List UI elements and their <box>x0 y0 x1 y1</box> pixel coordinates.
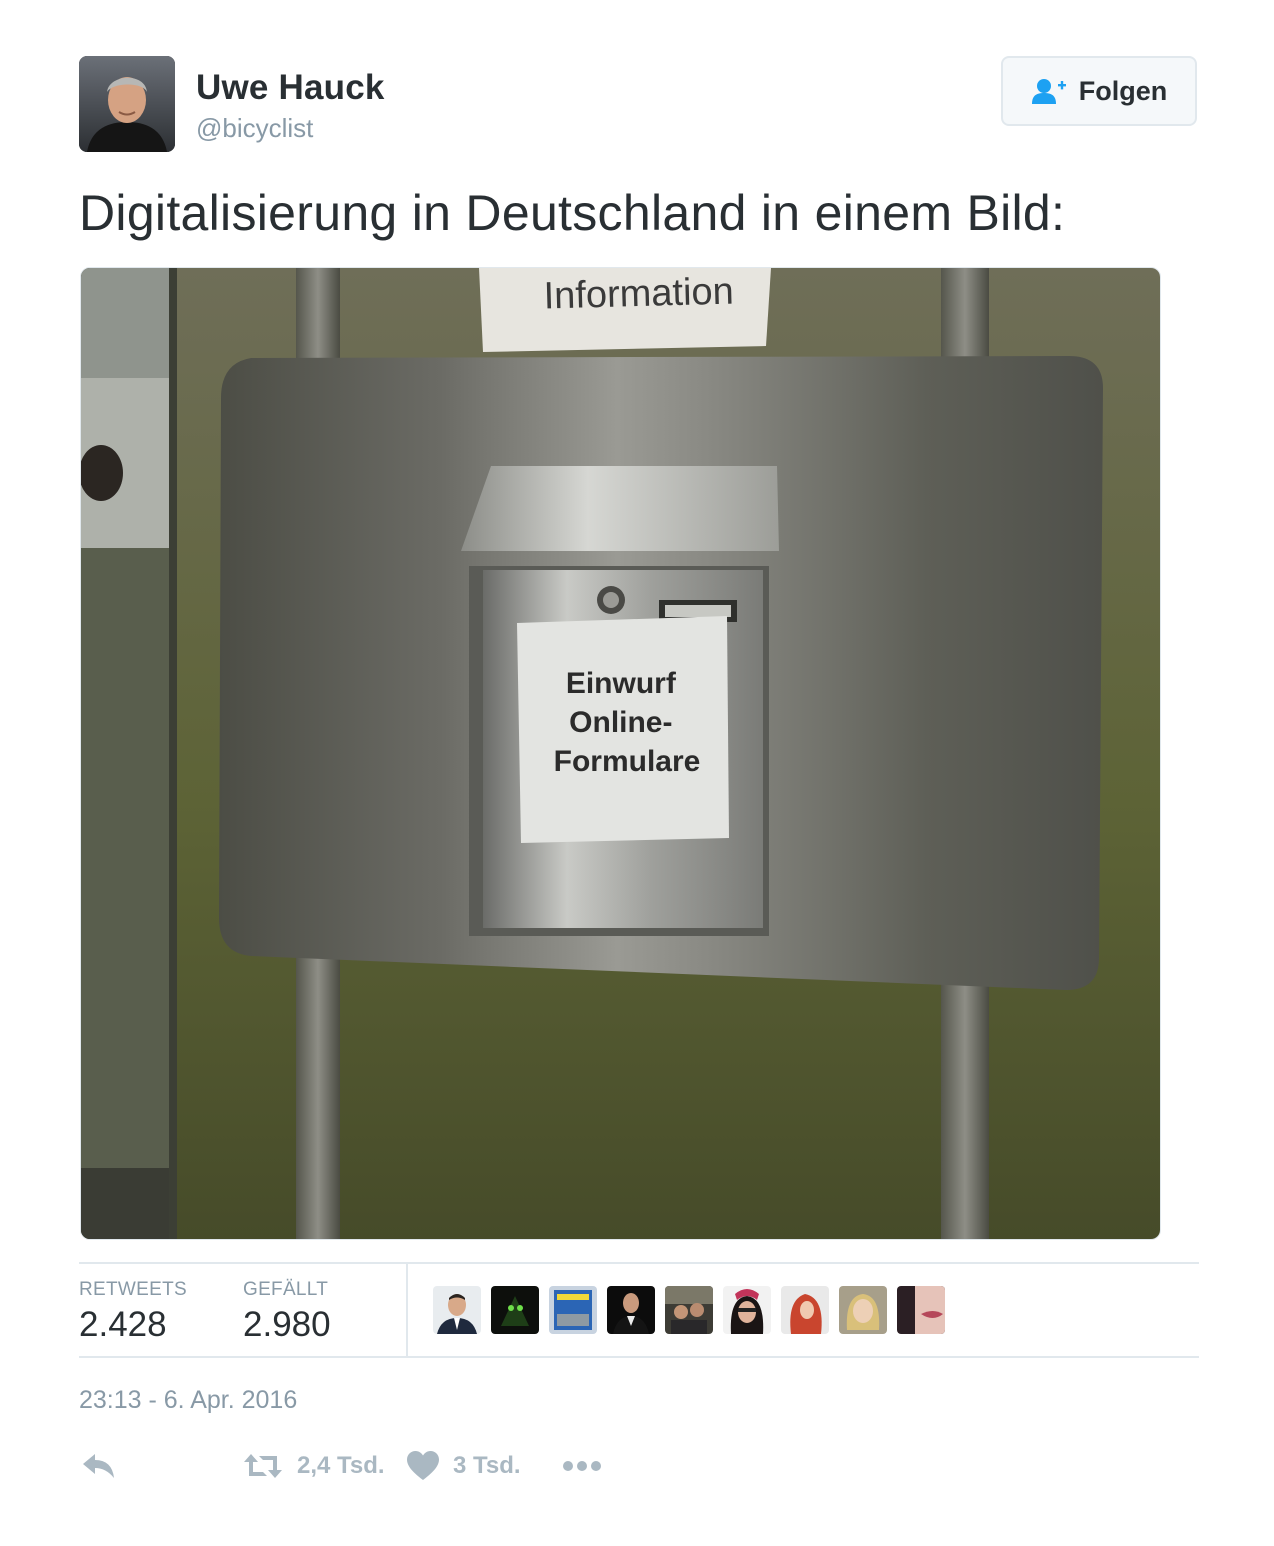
stats-top-divider <box>79 1262 1199 1264</box>
follow-label: Folgen <box>1078 75 1168 106</box>
liker-avatar[interactable] <box>723 1286 771 1334</box>
likers-list <box>433 1286 945 1334</box>
liker-avatar[interactable] <box>781 1286 829 1334</box>
liker-avatar[interactable] <box>433 1286 481 1334</box>
information-sign-text: Information <box>543 271 734 318</box>
author-name[interactable]: Uwe Hauck <box>196 68 385 108</box>
author-avatar[interactable] <box>79 56 175 152</box>
author-handle[interactable]: @bicyclist <box>196 113 313 144</box>
follow-button[interactable]: Folgen <box>1001 56 1197 126</box>
retweet-button[interactable]: 2,4 Tsd. <box>243 1448 385 1484</box>
tweet-card: Uwe Hauck @bicyclist Folgen Digitalisier… <box>0 0 1274 1546</box>
retweet-icon <box>244 1454 282 1478</box>
tweet-text: Digitalisierung in Deutschland in einem … <box>79 185 1066 241</box>
retweet-count: 2,4 Tsd. <box>297 1452 385 1479</box>
retweets-label: RETWEETS <box>79 1279 187 1300</box>
sign-line-2: Online- <box>569 706 672 739</box>
liker-avatar[interactable] <box>897 1286 945 1334</box>
more-icon <box>563 1461 601 1471</box>
like-count: 3 Tsd. <box>453 1452 521 1479</box>
tweet-photo[interactable]: Information Einwurf Online- Formulare <box>80 267 1161 1240</box>
reply-icon <box>83 1454 114 1478</box>
heart-icon <box>407 1451 439 1480</box>
liker-avatar[interactable] <box>839 1286 887 1334</box>
likes-label: GEFÄLLT <box>243 1279 329 1300</box>
stats-bottom-divider <box>79 1356 1199 1358</box>
tweet-timestamp[interactable]: 23:13 - 6. Apr. 2016 <box>79 1386 297 1415</box>
liker-avatar[interactable] <box>665 1286 713 1334</box>
more-button[interactable] <box>562 1448 602 1484</box>
sign-line-3: Formulare <box>554 745 701 778</box>
likes-value[interactable]: 2.980 <box>243 1305 331 1345</box>
retweets-value[interactable]: 2.428 <box>79 1305 167 1345</box>
add-user-icon <box>1031 79 1066 104</box>
like-button[interactable]: 3 Tsd. <box>407 1448 521 1484</box>
svg-text:Einwurf Online-: Einwurf Online- Formulare <box>554 667 701 778</box>
sign-line-1: Einwurf <box>566 667 677 700</box>
stats-separator <box>406 1263 408 1357</box>
liker-avatar[interactable] <box>549 1286 597 1334</box>
reply-button[interactable] <box>82 1448 116 1484</box>
liker-avatar[interactable] <box>607 1286 655 1334</box>
liker-avatar[interactable] <box>491 1286 539 1334</box>
